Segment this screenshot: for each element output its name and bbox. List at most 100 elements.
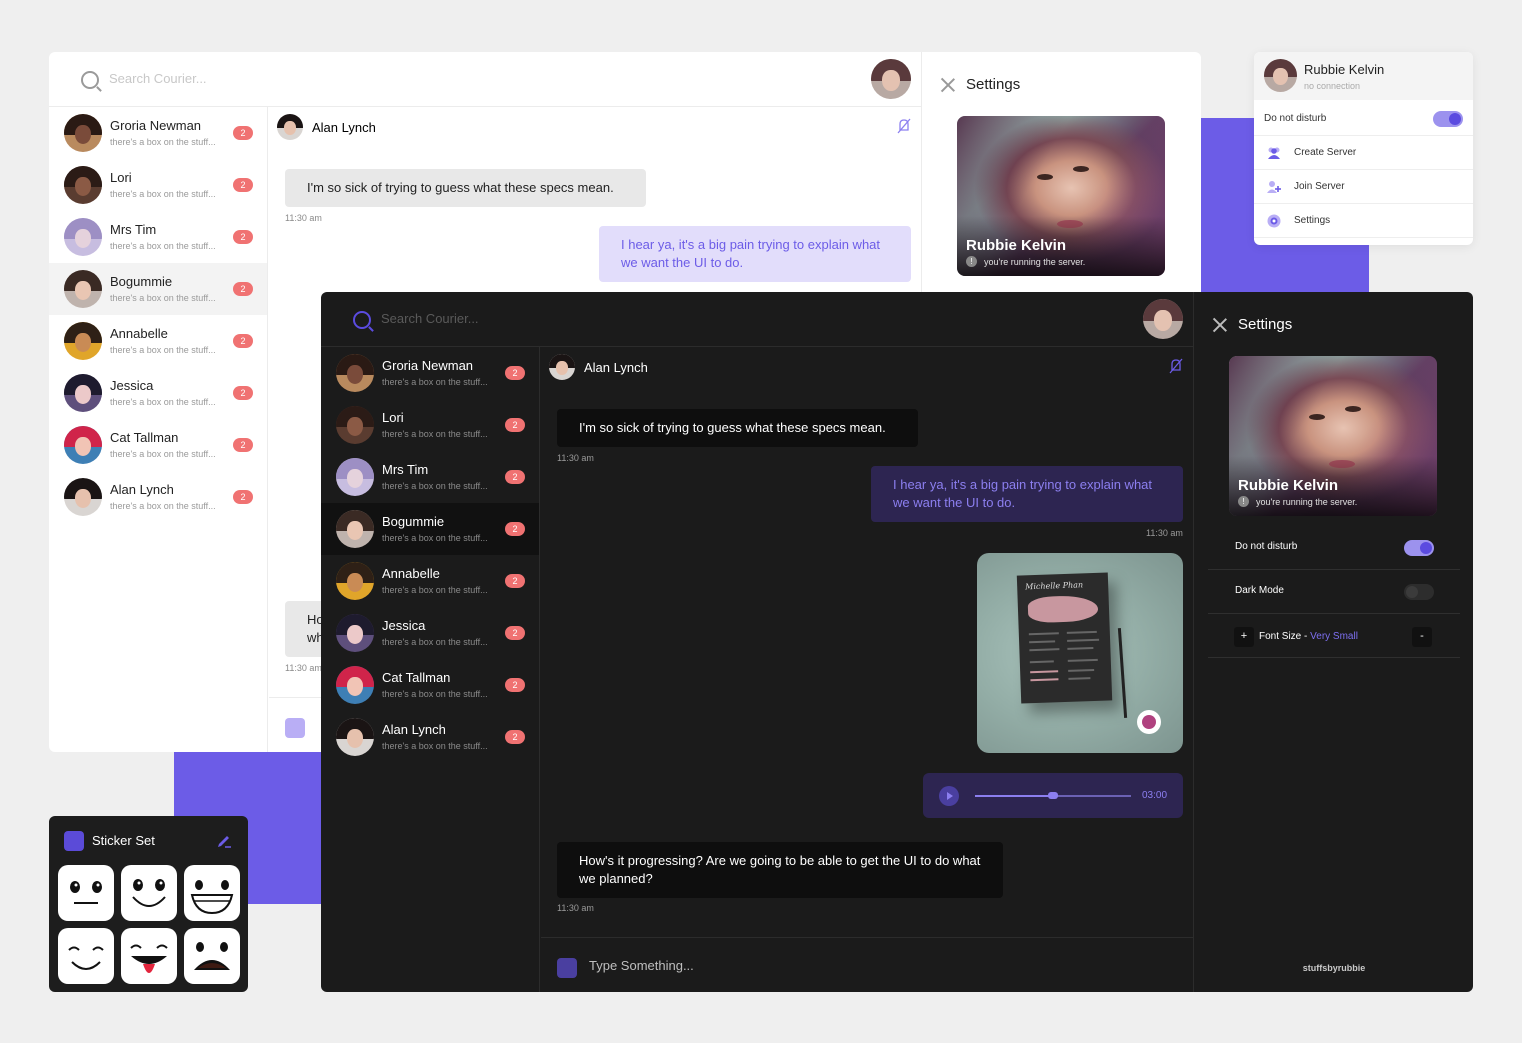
contact-item[interactable]: Cat Tallman there's a box on the stuff...… [321,659,539,711]
sticker-tongue-out[interactable] [121,928,177,984]
contact-item[interactable]: Jessica there's a box on the stuff... 2 [321,607,539,659]
mute-icon[interactable] [897,118,911,134]
user-avatar[interactable] [1143,299,1183,339]
message-incoming: I'm so sick of trying to guess what thes… [557,409,918,447]
contact-name: Annabelle [110,326,168,341]
dark-mode-toggle[interactable] [1404,584,1434,600]
profile-card: Rubbie Kelvin ! you're running the serve… [1229,356,1437,516]
account-avatar[interactable] [1264,59,1297,92]
sticker-shocked[interactable] [184,928,240,984]
contact-name: Groria Newman [110,118,202,133]
contact-preview: there's a box on the stuff... [382,377,488,387]
unread-badge: 2 [233,282,253,296]
pencil-image [1117,628,1128,718]
contact-avatar [64,218,102,256]
mute-icon[interactable] [1169,358,1183,374]
message-text: I hear ya, it's a big pain trying to exp… [621,237,881,270]
contact-item[interactable]: Annabelle there's a box on the stuff... 2 [321,555,539,607]
contact-name: Groria Newman [382,358,474,373]
contact-item[interactable]: Bogummie there's a box on the stuff... 2 [321,503,539,555]
contact-item[interactable]: Alan Lynch there's a box on the stuff... 2 [49,471,267,523]
unread-badge: 2 [233,126,253,140]
user-avatar[interactable] [871,59,911,99]
search-input[interactable] [381,311,681,326]
contact-item[interactable]: Lori there's a box on the stuff... 2 [49,159,267,211]
contact-item[interactable]: Groria Newman there's a box on the stuff.… [49,107,267,159]
sticker-happy-closed-eyes[interactable] [58,928,114,984]
message-incoming: I'm so sick of trying to guess what thes… [285,169,646,207]
contact-name: Alan Lynch [110,482,174,497]
contact-avatar [336,510,374,548]
contact-item[interactable]: Alan Lynch there's a box on the stuff... 2 [321,711,539,763]
chat-header: Alan Lynch [269,108,921,148]
contact-name: Mrs Tim [110,222,157,237]
contact-item[interactable]: Lori there's a box on the stuff... 2 [321,399,539,451]
contact-item[interactable]: Annabelle there's a box on the stuff... 2 [49,315,267,367]
contact-preview: there's a box on the stuff... [110,241,216,251]
contact-preview: there's a box on the stuff... [382,637,488,647]
play-icon[interactable] [939,786,959,806]
edit-icon[interactable] [216,832,232,848]
close-icon[interactable] [940,77,956,93]
contact-preview: there's a box on the stuff... [382,689,488,699]
menu-item-label: Create Server [1294,147,1357,158]
menu-dnd-row: Do not disturb [1254,102,1473,136]
profile-status: you're running the server. [1256,497,1358,507]
contact-name: Alan Lynch [382,722,446,737]
message-composer [541,937,1193,992]
profile-name: Rubbie Kelvin [1238,477,1339,494]
font-size-increase-button[interactable]: + [1234,627,1254,647]
emoji-picker-icon[interactable] [557,958,577,978]
sticker-grin[interactable] [184,865,240,921]
contact-item[interactable]: Mrs Tim there's a box on the stuff... 2 [321,451,539,503]
search-icon[interactable] [81,71,99,89]
contact-list: Groria Newman there's a box on the stuff.… [49,107,268,752]
contact-preview: there's a box on the stuff... [110,501,216,511]
search-icon[interactable] [353,311,371,329]
menu-item-settings[interactable]: Settings [1254,204,1473,238]
account-menu: Rubbie Kelvin no connection Do not distu… [1254,52,1473,245]
emoji-picker-icon[interactable] [285,718,305,738]
setting-font-size: + Font Size - Very Small - [1208,614,1460,658]
contact-preview: there's a box on the stuff... [382,741,488,751]
font-size-label: Font Size - Very Small [1259,631,1358,642]
contact-list: Groria Newman there's a box on the stuff.… [321,347,540,992]
dnd-toggle[interactable] [1404,540,1434,556]
menu-item-label: Settings [1294,215,1331,226]
contact-name: Mrs Tim [382,462,429,477]
contact-item[interactable]: Bogummie there's a box on the stuff... 2 [49,263,267,315]
setting-do-not-disturb: Do not disturb [1208,526,1460,570]
settings-panel: Settings Rubbie Kelvin ! you're running … [1193,292,1473,992]
contact-item[interactable]: Groria Newman there's a box on the stuff.… [321,347,539,399]
contact-item[interactable]: Mrs Tim there's a box on the stuff... 2 [49,211,267,263]
message-time: 11:30 am [285,213,322,223]
close-icon[interactable] [1212,317,1228,333]
sticker-neutral[interactable] [58,865,114,921]
resume-document-image: Michelle Phan [1016,572,1113,704]
sticker-smile[interactable] [121,865,177,921]
menu-item-create-server[interactable]: Create Server [1254,136,1473,170]
unread-badge: 2 [233,230,253,244]
chat-contact-avatar[interactable] [549,354,575,380]
contact-name: Bogummie [382,514,445,529]
contact-item[interactable]: Jessica there's a box on the stuff... 2 [49,367,267,419]
contact-name: Lori [382,410,404,425]
menu-item-join-server[interactable]: Join Server [1254,170,1473,204]
contact-name: Annabelle [382,566,440,581]
contact-avatar [64,478,102,516]
message-incoming: How's it progressing? Are we going to be… [557,842,1003,898]
contact-item[interactable]: Cat Tallman there's a box on the stuff...… [49,419,267,471]
contact-avatar [64,114,102,152]
sticker-panel: Sticker Set [49,816,248,992]
contact-avatar [336,354,374,392]
unread-badge: 2 [505,366,525,380]
image-message[interactable]: Michelle Phan [977,553,1183,753]
dnd-toggle[interactable] [1433,111,1463,127]
dark-theme-window: Groria Newman there's a box on the stuff.… [321,292,1473,992]
audio-scrubber[interactable] [1048,792,1058,799]
chat-contact-avatar[interactable] [277,114,303,140]
font-size-decrease-button[interactable]: - [1412,627,1432,647]
search-input[interactable] [109,71,409,86]
message-outgoing: I hear ya, it's a big pain trying to exp… [871,466,1183,522]
message-input[interactable] [589,958,989,973]
